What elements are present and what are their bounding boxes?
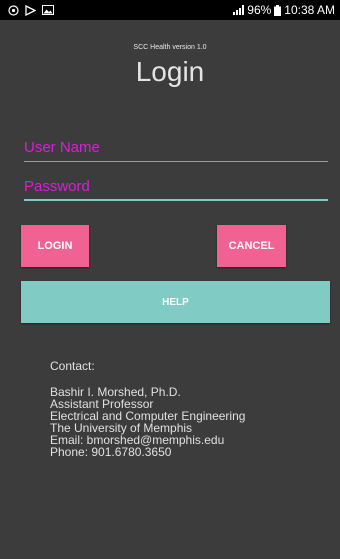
play-store-icon	[25, 4, 36, 16]
sync-icon	[8, 4, 19, 16]
clock: 10:38 AM	[284, 3, 335, 17]
status-left	[8, 4, 54, 16]
image-icon	[42, 5, 54, 15]
username-placeholder: User Name	[24, 139, 100, 156]
battery-percentage: 96%	[247, 3, 272, 17]
app-version: SCC Health version 1.0	[133, 44, 207, 51]
cancel-button[interactable]: CANCEL	[217, 225, 286, 267]
contact-block: Contact: Bashir I. Morshed, Ph.D. Assist…	[50, 360, 245, 458]
username-field[interactable]: User Name	[24, 138, 328, 162]
login-button[interactable]: LOGIN	[21, 225, 89, 267]
status-bar: 96% 10:38 AM	[0, 0, 340, 20]
help-button[interactable]: HELP	[21, 281, 330, 323]
contact-heading: Contact:	[50, 359, 95, 373]
signal-icon	[233, 5, 245, 15]
contact-phone: Phone: 901.6780.3650	[50, 445, 172, 459]
password-field[interactable]: Password	[24, 177, 328, 201]
password-placeholder: Password	[24, 178, 90, 195]
battery-icon	[274, 4, 282, 16]
login-screen: 96% 10:38 AM SCC Health version 1.0 Logi…	[0, 0, 340, 559]
page-title: Login	[135, 56, 205, 87]
status-right: 96% 10:38 AM	[233, 3, 335, 17]
